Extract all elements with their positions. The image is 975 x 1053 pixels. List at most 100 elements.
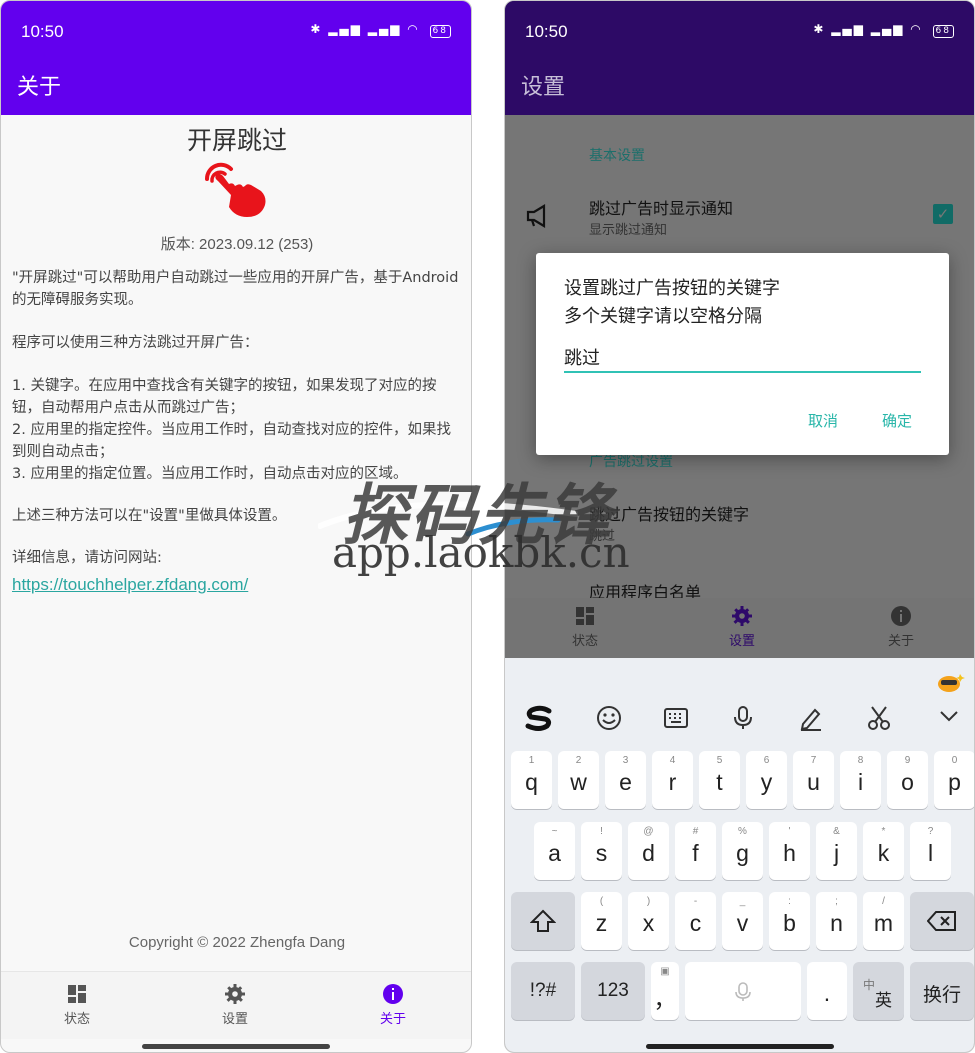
collapse-keyboard-icon[interactable] bbox=[931, 704, 967, 734]
mascot-icon[interactable] bbox=[935, 670, 965, 694]
version-text: 版本: 2023.09.12 (253) bbox=[160, 236, 314, 253]
key-char: j bbox=[833, 840, 840, 866]
comma-key[interactable]: ▣， bbox=[651, 962, 679, 1020]
key-hint: 6 bbox=[763, 755, 770, 766]
key-e[interactable]: 3e bbox=[605, 751, 646, 809]
notify-setting-title[interactable]: 跳过广告时显示通知 bbox=[589, 195, 733, 219]
key-v[interactable]: _ v bbox=[722, 892, 763, 950]
key-a[interactable]: ~ a bbox=[534, 822, 575, 880]
key-d[interactable]: @ d bbox=[628, 822, 669, 880]
battery-icon: 68 bbox=[932, 25, 954, 38]
scissors-icon[interactable] bbox=[861, 704, 897, 734]
key-s[interactable]: ! s bbox=[581, 822, 622, 880]
method-control: 2. 应用里的指定控件。当应用工作时，自动查找对应的控件，如果找到则自动点击； bbox=[12, 422, 451, 460]
space-key[interactable] bbox=[685, 962, 801, 1020]
method-keyword: 1. 关键字。在应用中查找含有关键字的按钮，如果发现了对应的按钮，自动帮用户点击… bbox=[12, 378, 437, 416]
key-char: o bbox=[901, 769, 914, 795]
nav-status-label: 状态 bbox=[571, 634, 598, 649]
key-o[interactable]: 9o bbox=[887, 751, 928, 809]
notify-checkbox[interactable]: ✓ bbox=[933, 204, 953, 224]
status-icons: ✱ ▂▄▆ ▂▄▆ ◠ 68 bbox=[813, 22, 954, 38]
key-l[interactable]: ? l bbox=[910, 822, 951, 880]
numbers-key[interactable]: 123 bbox=[581, 962, 645, 1020]
nav-about-label: 关于 bbox=[887, 634, 914, 649]
swype-logo-icon[interactable] bbox=[521, 704, 557, 734]
nav-status[interactable]: 状态 bbox=[545, 604, 625, 649]
key-char: z bbox=[595, 910, 608, 936]
symbols-key[interactable]: !?# bbox=[511, 962, 575, 1020]
key-k[interactable]: * k bbox=[863, 822, 904, 880]
key-c[interactable]: -c bbox=[675, 892, 716, 950]
key-y[interactable]: 6y bbox=[746, 751, 787, 809]
enter-key[interactable]: 换行 bbox=[910, 962, 974, 1020]
status-bar: 10:50 ✱ ▂▄▆ ▂▄▆ ◠ 68 bbox=[505, 1, 974, 49]
key-char: k bbox=[877, 840, 890, 866]
key-hint: & bbox=[833, 826, 840, 837]
nav-settings[interactable]: 设置 bbox=[195, 982, 275, 1027]
emoji-icon[interactable] bbox=[591, 704, 627, 734]
key-hint: 3 bbox=[622, 755, 629, 766]
battery-icon: 68 bbox=[429, 25, 451, 38]
nav-about[interactable]: 关于 bbox=[353, 982, 433, 1027]
key-char: r bbox=[668, 769, 677, 795]
bluetooth-icon: ✱ bbox=[310, 22, 323, 36]
key-n[interactable]: ; n bbox=[816, 892, 857, 950]
page-title: 关于 bbox=[17, 75, 62, 100]
key-hint: 9 bbox=[904, 755, 911, 766]
key-h[interactable]: ' h bbox=[769, 822, 810, 880]
key-g[interactable]: % g bbox=[722, 822, 763, 880]
keyboard-layout-icon[interactable] bbox=[658, 704, 694, 734]
key-hint: 7 bbox=[810, 755, 817, 766]
ok-button[interactable]: 确定 bbox=[882, 410, 912, 431]
cancel-button[interactable]: 取消 bbox=[808, 410, 838, 431]
key-char: a bbox=[548, 840, 561, 866]
key-hint: 5 bbox=[716, 755, 723, 766]
dashboard-icon bbox=[576, 607, 594, 625]
shift-key[interactable] bbox=[511, 892, 575, 950]
info-icon bbox=[383, 984, 403, 1004]
home-indicator[interactable] bbox=[142, 1044, 330, 1049]
period-key[interactable]: . bbox=[807, 962, 847, 1020]
backspace-key[interactable] bbox=[910, 892, 974, 950]
key-char: v bbox=[736, 910, 749, 936]
key-hint: ) bbox=[646, 896, 651, 907]
website-link[interactable]: https://touchhelper.zfdang.com/ bbox=[12, 575, 248, 595]
nav-status[interactable]: 状态 bbox=[37, 982, 117, 1027]
key-q[interactable]: 1q bbox=[511, 751, 552, 809]
key-char: q bbox=[525, 769, 538, 795]
keyword-input[interactable] bbox=[564, 343, 921, 373]
wifi-icon: ◠ bbox=[407, 22, 420, 36]
key-hint: ~ bbox=[551, 826, 558, 837]
home-indicator[interactable] bbox=[645, 1044, 834, 1049]
key-w[interactable]: 2w bbox=[558, 751, 599, 809]
key-char: w bbox=[570, 769, 587, 795]
microphone-icon[interactable] bbox=[725, 704, 761, 734]
app-name: 开屏跳过 bbox=[186, 126, 287, 155]
key-u[interactable]: 7u bbox=[793, 751, 834, 809]
key-t[interactable]: 5t bbox=[699, 751, 740, 809]
key-r[interactable]: 4r bbox=[652, 751, 693, 809]
key-f[interactable]: # f bbox=[675, 822, 716, 880]
key-hint: 4 bbox=[669, 755, 676, 766]
signal-icon: ▂▄▆ bbox=[831, 22, 865, 36]
status-time: 10:50 bbox=[21, 22, 64, 41]
key-m[interactable]: / m bbox=[863, 892, 904, 950]
key-char: m bbox=[873, 910, 894, 936]
key-char: e bbox=[619, 769, 632, 795]
language-switch-key[interactable]: 中 英 bbox=[853, 962, 904, 1020]
key-j[interactable]: & j bbox=[816, 822, 857, 880]
page-title: 设置 bbox=[521, 75, 566, 100]
handwriting-icon[interactable] bbox=[793, 704, 829, 734]
key-x[interactable]: ) x bbox=[628, 892, 669, 950]
key-b[interactable]: :b bbox=[769, 892, 810, 950]
shift-icon bbox=[530, 909, 556, 932]
nav-settings[interactable]: 设置 bbox=[702, 604, 782, 649]
key-p[interactable]: 0p bbox=[934, 751, 974, 809]
key-z[interactable]: (z bbox=[581, 892, 622, 950]
info-icon bbox=[891, 606, 911, 626]
bottom-navigation: 状态 设置 关于 bbox=[1, 971, 471, 1039]
nav-about[interactable]: 关于 bbox=[861, 604, 941, 649]
key-hint: * bbox=[881, 826, 886, 837]
key-i[interactable]: 8i bbox=[840, 751, 881, 809]
key-hint: ! bbox=[600, 826, 603, 837]
